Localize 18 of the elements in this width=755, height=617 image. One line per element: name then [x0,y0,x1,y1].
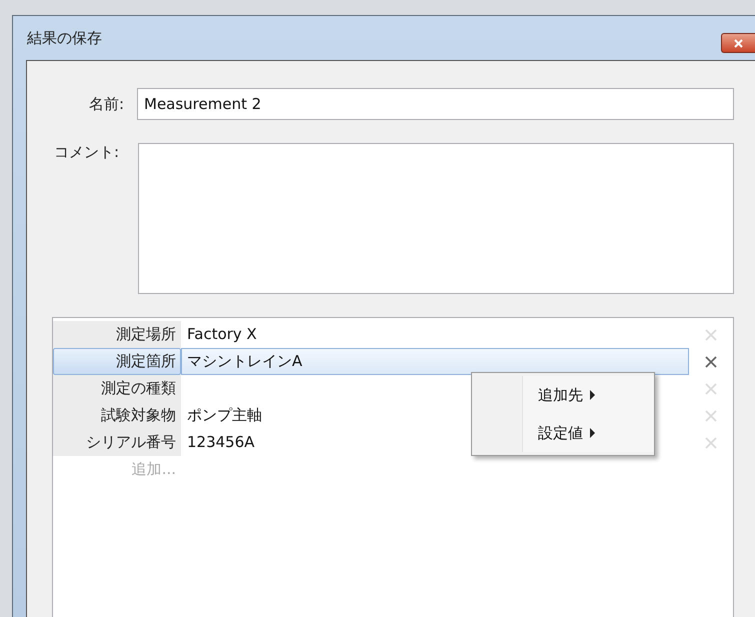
property-label: 測定箇所 [53,348,181,375]
property-label: 測定の種類 [53,375,181,402]
name-field[interactable]: Measurement 2 [137,88,734,120]
menu-item[interactable]: 設定値 [472,414,654,452]
close-icon [734,38,743,48]
field-label: コメント: [53,143,120,162]
menu-item[interactable]: 追加先 [472,376,654,414]
close-button[interactable] [721,33,755,53]
field-label: 名前: [88,94,125,115]
comment-field[interactable] [138,143,734,294]
window-title: 結果の保存 [27,28,102,48]
property-label: シリアル番号 [53,429,181,456]
property-value[interactable]: Factory X [182,322,257,347]
property-value[interactable]: ポンプ主軸 [182,403,262,428]
property-label: 試験対象物 [53,402,181,429]
remove-icon[interactable] [704,354,718,368]
property-value[interactable]: 123456A [182,430,255,455]
property-label: 測定場所 [53,321,181,348]
